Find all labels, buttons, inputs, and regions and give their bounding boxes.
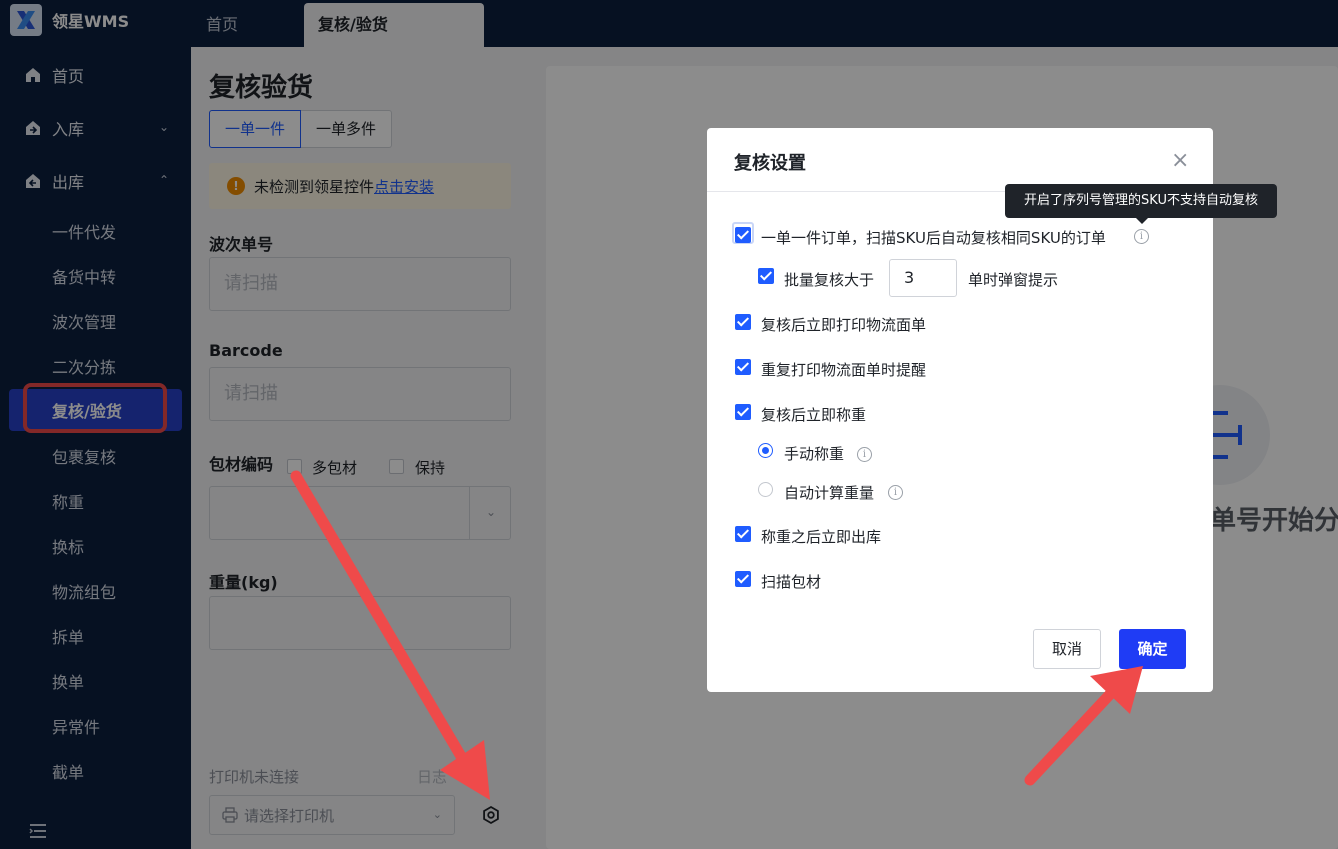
dialog-title: 复核设置: [734, 153, 806, 174]
batch-prompt-checkbox[interactable]: [758, 268, 774, 284]
reprint-remind-checkbox[interactable]: [735, 359, 751, 375]
print-label-checkbox[interactable]: [735, 314, 751, 330]
batch-prompt-label: 批量复核大于: [784, 271, 875, 289]
auto-calc-weight-label: 自动计算重量: [784, 484, 875, 502]
manual-weigh-radio[interactable]: [758, 443, 773, 458]
close-icon[interactable]: ×: [1171, 148, 1189, 173]
auto-review-checkbox[interactable]: [735, 227, 751, 243]
info-icon[interactable]: i: [857, 447, 872, 462]
ship-after-weigh-checkbox[interactable]: [735, 526, 751, 542]
info-icon[interactable]: i: [1134, 229, 1149, 244]
manual-weigh-label: 手动称重: [784, 445, 845, 463]
serial-sku-tooltip: 开启了序列号管理的SKU不支持自动复核: [1005, 184, 1277, 224]
auto-review-label: 一单一件订单，扫描SKU后自动复核相同SKU的订单: [761, 229, 1106, 247]
scan-pack-label: 扫描包材: [761, 573, 822, 591]
weigh-after-review-checkbox[interactable]: [735, 404, 751, 420]
auto-calc-weight-radio[interactable]: [758, 482, 773, 497]
reprint-remind-label: 重复打印物流面单时提醒: [761, 361, 927, 379]
confirm-button[interactable]: 确定: [1119, 629, 1186, 669]
cancel-button[interactable]: 取消: [1033, 629, 1101, 669]
info-icon[interactable]: i: [888, 485, 903, 500]
batch-prompt-suffix: 单时弹窗提示: [968, 271, 1059, 289]
print-label-label: 复核后立即打印物流面单: [761, 316, 927, 334]
batch-threshold-input[interactable]: 3: [889, 259, 957, 297]
scan-pack-checkbox[interactable]: [735, 571, 751, 587]
ship-after-weigh-label: 称重之后立即出库: [761, 528, 882, 546]
weigh-after-review-label: 复核后立即称重: [761, 406, 867, 424]
